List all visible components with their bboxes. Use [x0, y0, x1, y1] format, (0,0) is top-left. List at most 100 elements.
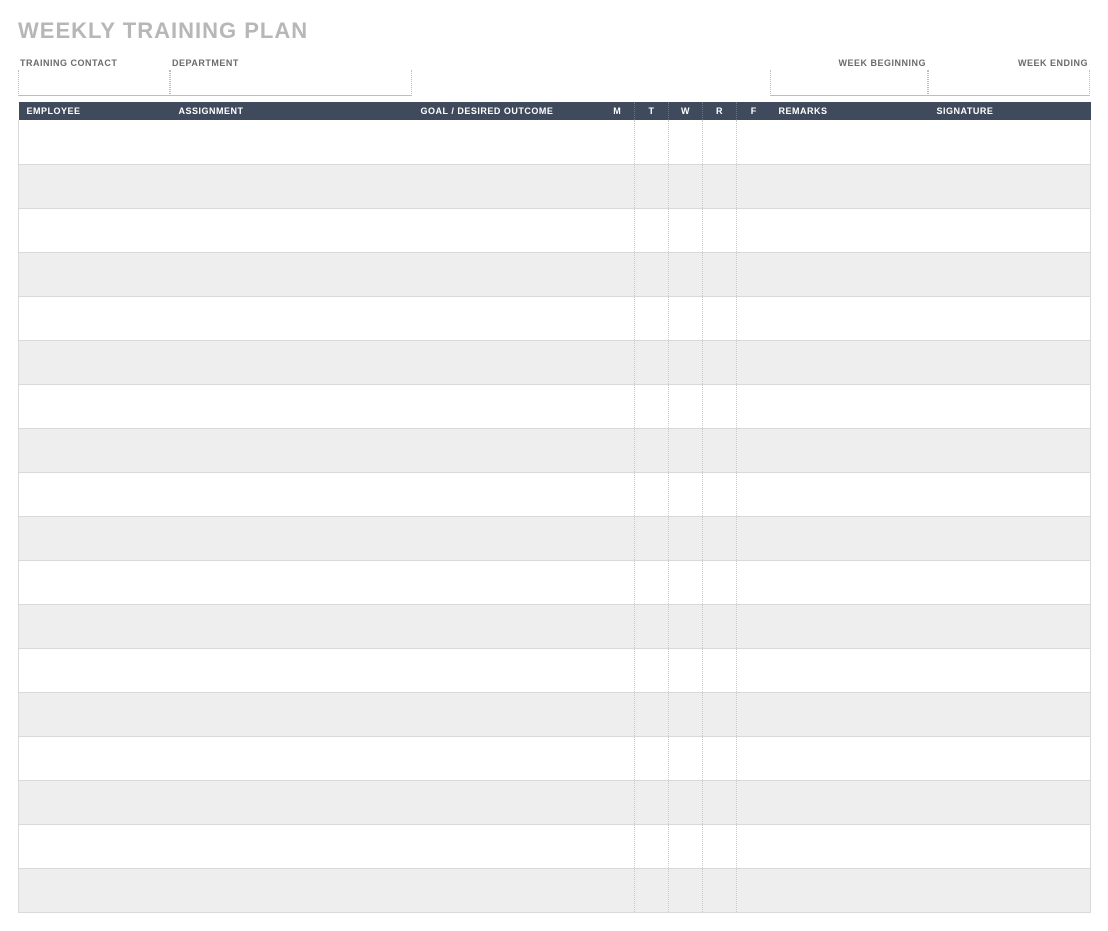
signature-cell-input[interactable]: [935, 695, 1085, 734]
goal-cell-input[interactable]: [419, 211, 595, 250]
assignment-cell-input[interactable]: [177, 167, 407, 206]
employee-cell-input[interactable]: [25, 431, 165, 470]
department-input[interactable]: [170, 70, 412, 96]
goal-cell-input[interactable]: [419, 431, 595, 470]
remarks-cell-input[interactable]: [777, 651, 923, 690]
remarks-cell-input[interactable]: [777, 211, 923, 250]
day-m-cell-input[interactable]: [607, 343, 629, 382]
signature-cell-input[interactable]: [935, 739, 1085, 778]
employee-cell-input[interactable]: [25, 475, 165, 514]
signature-cell-input[interactable]: [935, 122, 1085, 162]
day-t-cell-input[interactable]: [641, 783, 662, 822]
employee-cell-input[interactable]: [25, 563, 165, 602]
day-t-cell-input[interactable]: [641, 651, 662, 690]
day-t-cell-input[interactable]: [641, 475, 662, 514]
day-r-cell-input[interactable]: [709, 475, 730, 514]
day-w-cell-input[interactable]: [675, 167, 696, 206]
day-r-cell-input[interactable]: [709, 387, 730, 426]
day-t-cell-input[interactable]: [641, 739, 662, 778]
day-f-cell-input[interactable]: [743, 343, 765, 382]
goal-cell-input[interactable]: [419, 783, 595, 822]
assignment-cell-input[interactable]: [177, 255, 407, 294]
remarks-cell-input[interactable]: [777, 563, 923, 602]
day-f-cell-input[interactable]: [743, 255, 765, 294]
day-w-cell-input[interactable]: [675, 475, 696, 514]
assignment-cell-input[interactable]: [177, 783, 407, 822]
employee-cell-input[interactable]: [25, 343, 165, 382]
day-r-cell-input[interactable]: [709, 211, 730, 250]
employee-cell-input[interactable]: [25, 122, 165, 162]
remarks-cell-input[interactable]: [777, 387, 923, 426]
day-m-cell-input[interactable]: [607, 563, 629, 602]
goal-cell-input[interactable]: [419, 607, 595, 646]
day-t-cell-input[interactable]: [641, 211, 662, 250]
day-r-cell-input[interactable]: [709, 431, 730, 470]
day-f-cell-input[interactable]: [743, 563, 765, 602]
day-w-cell-input[interactable]: [675, 211, 696, 250]
day-r-cell-input[interactable]: [709, 167, 730, 206]
day-m-cell-input[interactable]: [607, 299, 629, 338]
assignment-cell-input[interactable]: [177, 343, 407, 382]
employee-cell-input[interactable]: [25, 695, 165, 734]
signature-cell-input[interactable]: [935, 827, 1085, 866]
signature-cell-input[interactable]: [935, 431, 1085, 470]
day-t-cell-input[interactable]: [641, 122, 662, 162]
day-f-cell-input[interactable]: [743, 519, 765, 558]
remarks-cell-input[interactable]: [777, 431, 923, 470]
day-m-cell-input[interactable]: [607, 783, 629, 822]
day-w-cell-input[interactable]: [675, 431, 696, 470]
day-w-cell-input[interactable]: [675, 651, 696, 690]
day-t-cell-input[interactable]: [641, 827, 662, 866]
remarks-cell-input[interactable]: [777, 343, 923, 382]
day-f-cell-input[interactable]: [743, 871, 765, 910]
day-t-cell-input[interactable]: [641, 563, 662, 602]
day-m-cell-input[interactable]: [607, 255, 629, 294]
day-t-cell-input[interactable]: [641, 871, 662, 910]
day-f-cell-input[interactable]: [743, 739, 765, 778]
employee-cell-input[interactable]: [25, 519, 165, 558]
day-m-cell-input[interactable]: [607, 475, 629, 514]
day-f-cell-input[interactable]: [743, 695, 765, 734]
remarks-cell-input[interactable]: [777, 871, 923, 910]
day-t-cell-input[interactable]: [641, 695, 662, 734]
signature-cell-input[interactable]: [935, 387, 1085, 426]
assignment-cell-input[interactable]: [177, 651, 407, 690]
signature-cell-input[interactable]: [935, 343, 1085, 382]
day-m-cell-input[interactable]: [607, 167, 629, 206]
signature-cell-input[interactable]: [935, 519, 1085, 558]
assignment-cell-input[interactable]: [177, 695, 407, 734]
remarks-cell-input[interactable]: [777, 122, 923, 162]
goal-cell-input[interactable]: [419, 563, 595, 602]
goal-cell-input[interactable]: [419, 167, 595, 206]
goal-cell-input[interactable]: [419, 519, 595, 558]
day-w-cell-input[interactable]: [675, 695, 696, 734]
remarks-cell-input[interactable]: [777, 299, 923, 338]
day-f-cell-input[interactable]: [743, 167, 765, 206]
day-m-cell-input[interactable]: [607, 387, 629, 426]
employee-cell-input[interactable]: [25, 387, 165, 426]
day-f-cell-input[interactable]: [743, 431, 765, 470]
day-m-cell-input[interactable]: [607, 739, 629, 778]
assignment-cell-input[interactable]: [177, 607, 407, 646]
employee-cell-input[interactable]: [25, 211, 165, 250]
day-r-cell-input[interactable]: [709, 651, 730, 690]
day-r-cell-input[interactable]: [709, 563, 730, 602]
remarks-cell-input[interactable]: [777, 255, 923, 294]
day-f-cell-input[interactable]: [743, 783, 765, 822]
day-w-cell-input[interactable]: [675, 255, 696, 294]
day-f-cell-input[interactable]: [743, 607, 765, 646]
assignment-cell-input[interactable]: [177, 827, 407, 866]
day-t-cell-input[interactable]: [641, 343, 662, 382]
remarks-cell-input[interactable]: [777, 783, 923, 822]
assignment-cell-input[interactable]: [177, 475, 407, 514]
signature-cell-input[interactable]: [935, 563, 1085, 602]
day-f-cell-input[interactable]: [743, 299, 765, 338]
assignment-cell-input[interactable]: [177, 871, 407, 910]
day-w-cell-input[interactable]: [675, 827, 696, 866]
signature-cell-input[interactable]: [935, 211, 1085, 250]
assignment-cell-input[interactable]: [177, 739, 407, 778]
goal-cell-input[interactable]: [419, 387, 595, 426]
day-t-cell-input[interactable]: [641, 255, 662, 294]
day-w-cell-input[interactable]: [675, 563, 696, 602]
employee-cell-input[interactable]: [25, 651, 165, 690]
